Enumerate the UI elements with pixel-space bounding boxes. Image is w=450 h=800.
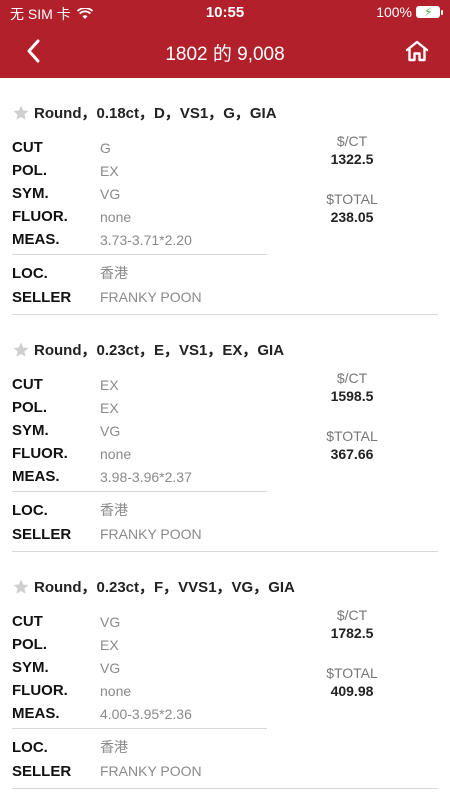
sym-label: SYM. <box>12 659 49 676</box>
seller-label: SELLER <box>12 288 72 306</box>
total-label: $TOTAL <box>326 665 378 681</box>
per-ct-value: 1598.5 <box>330 388 374 404</box>
status-bar: 无 SIM 卡 10:55 100% ⚡ <box>0 0 450 26</box>
fluor-value: none <box>100 445 132 462</box>
divider <box>12 491 267 492</box>
location-block: LOC. 香港 SELLER FRANKY POON <box>12 735 267 783</box>
loc-label: LOC. <box>12 264 48 282</box>
item-title: Round，0.23ct，E，VS1，EX，GIA <box>34 342 285 359</box>
sym-label: SYM. <box>12 422 49 439</box>
list-item[interactable]: Round，0.23ct，F，VVS1，VG，GIA CUT VG POL. EX … <box>12 552 438 789</box>
per-ct-label: $/CT <box>336 133 368 149</box>
nav-bar: 1802 的 9,008 <box>0 26 450 78</box>
pol-label: POL. <box>12 162 48 179</box>
page-title: 1802 的 9,008 <box>165 44 285 65</box>
star-icon[interactable] <box>12 341 30 359</box>
pol-value: EX <box>100 636 119 653</box>
sym-value: VG <box>100 659 121 676</box>
list-item[interactable]: Round，0.23ct，E，VS1，EX，GIA CUT EX POL. EX S… <box>12 315 438 552</box>
meas-value: 3.98-3.96*2.37 <box>100 468 192 485</box>
pol-label: POL. <box>12 399 48 416</box>
meas-label: MEAS. <box>12 231 60 248</box>
loc-label: LOC. <box>12 738 48 756</box>
battery-icon: ⚡ <box>416 5 443 19</box>
star-icon[interactable] <box>12 104 30 122</box>
fluor-value: none <box>100 682 132 699</box>
total-value: 409.98 <box>330 683 374 699</box>
sym-value: VG <box>100 185 121 202</box>
cut-value: EX <box>100 376 119 393</box>
loc-value: 香港 <box>100 265 128 281</box>
divider <box>12 728 267 729</box>
list-item[interactable]: Round，0.18ct，D，VS1，G，GIA CUT G POL. EX SYM… <box>12 78 438 315</box>
loc-value: 香港 <box>100 739 128 755</box>
total-value: 367.66 <box>330 446 374 462</box>
cut-value: G <box>100 139 111 156</box>
cut-label: CUT <box>12 613 43 630</box>
fluor-label: FLUOR. <box>12 682 68 699</box>
item-header: Round，0.23ct，F，VVS1，VG，GIA <box>12 576 295 597</box>
item-header: Round，0.18ct，D，VS1，G，GIA <box>12 102 277 123</box>
cut-value: VG <box>100 613 121 630</box>
item-title: Round，0.18ct，D，VS1，G，GIA <box>34 105 277 122</box>
spec-list: CUT EX POL. EX SYM. VG FLUOR. none MEAS. 3.98… <box>12 373 267 488</box>
total-label: $TOTAL <box>326 191 378 207</box>
total-value: 238.05 <box>330 209 374 225</box>
seller-value: FRANKY POON <box>100 763 202 779</box>
cut-label: CUT <box>12 139 43 156</box>
pol-value: EX <box>100 399 119 416</box>
loc-label: LOC. <box>12 501 48 519</box>
diamond-list: Round，0.18ct，D，VS1，G，GIA CUT G POL. EX SYM… <box>0 78 450 789</box>
divider <box>12 254 267 255</box>
seller-value: FRANKY POON <box>100 526 202 542</box>
item-title: Round，0.23ct，F，VVS1，VG，GIA <box>34 579 295 596</box>
app-header: 无 SIM 卡 10:55 100% ⚡ 1802 的 9,008 <box>0 0 450 78</box>
per-ct-value: 1322.5 <box>330 151 374 167</box>
location-block: LOC. 香港 SELLER FRANKY POON <box>12 261 267 309</box>
cut-label: CUT <box>12 376 43 393</box>
per-ct-value: 1782.5 <box>330 625 374 641</box>
fluor-label: FLUOR. <box>12 445 68 462</box>
spec-list: CUT G POL. EX SYM. VG FLUOR. none MEAS. 3.73-… <box>12 136 267 251</box>
price-block: $/CT 1322.5 $TOTAL 238.05 <box>312 133 392 229</box>
meas-label: MEAS. <box>12 705 60 722</box>
meas-value: 4.00-3.95*2.36 <box>100 705 192 722</box>
status-battery: 100% ⚡ <box>376 4 443 20</box>
sym-value: VG <box>100 422 121 439</box>
home-icon <box>405 40 429 62</box>
seller-label: SELLER <box>12 525 72 543</box>
per-ct-label: $/CT <box>336 607 368 623</box>
meas-value: 3.73-3.71*2.20 <box>100 231 192 248</box>
star-icon[interactable] <box>12 578 30 596</box>
fluor-label: FLUOR. <box>12 208 68 225</box>
item-header: Round，0.23ct，E，VS1，EX，GIA <box>12 339 284 360</box>
price-block: $/CT 1598.5 $TOTAL 367.66 <box>312 370 392 466</box>
home-button[interactable] <box>402 36 432 66</box>
sym-label: SYM. <box>12 185 49 202</box>
spec-list: CUT VG POL. EX SYM. VG FLUOR. none MEAS. 4.00… <box>12 610 267 725</box>
pol-value: EX <box>100 162 119 179</box>
seller-value: FRANKY POON <box>100 289 202 305</box>
pol-label: POL. <box>12 636 48 653</box>
total-label: $TOTAL <box>326 428 378 444</box>
battery-percent: 100% <box>376 4 412 20</box>
loc-value: 香港 <box>100 502 128 518</box>
seller-label: SELLER <box>12 762 72 780</box>
location-block: LOC. 香港 SELLER FRANKY POON <box>12 498 267 546</box>
fluor-value: none <box>100 208 132 225</box>
price-block: $/CT 1782.5 $TOTAL 409.98 <box>312 607 392 703</box>
meas-label: MEAS. <box>12 468 60 485</box>
per-ct-label: $/CT <box>336 370 368 386</box>
